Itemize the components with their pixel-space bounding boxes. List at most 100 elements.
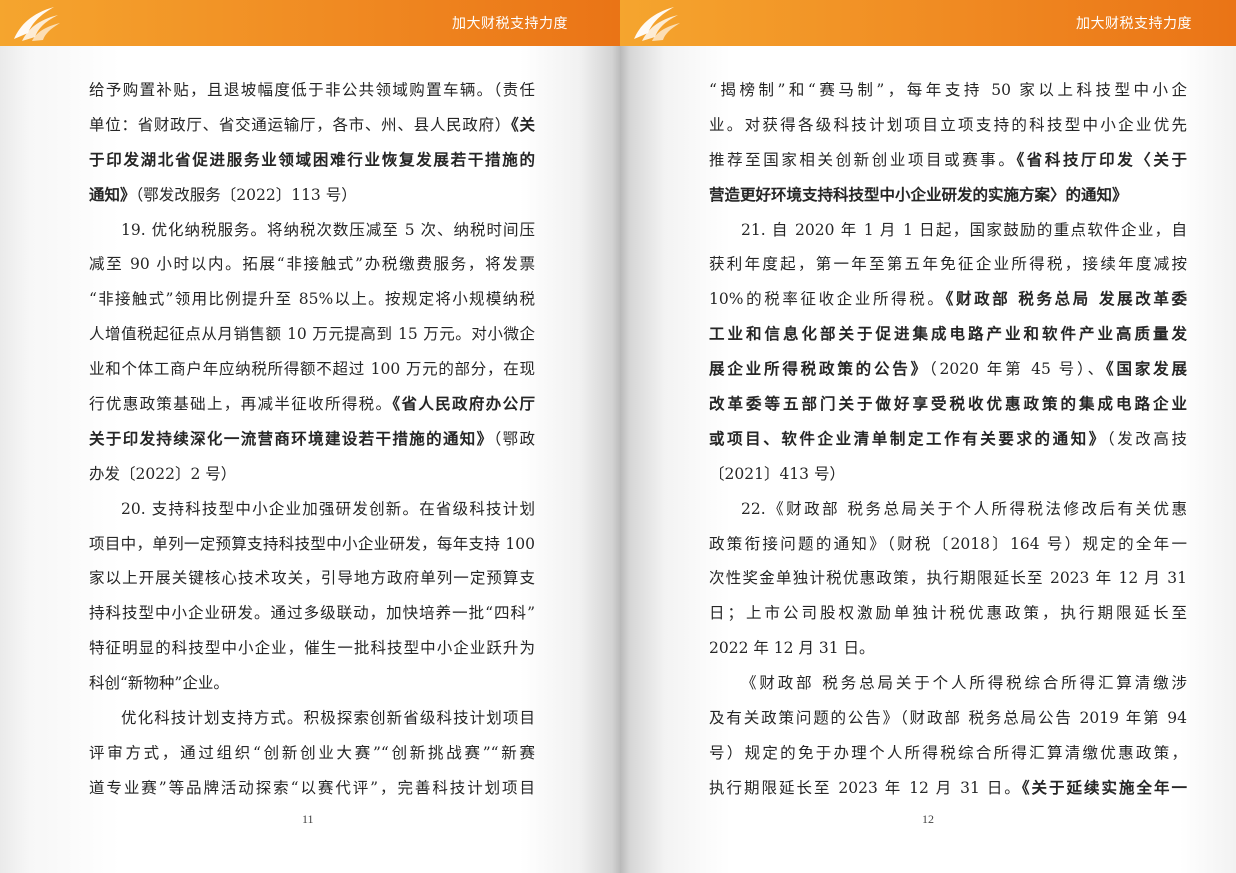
header-title: 加大财税支持力度 xyxy=(452,16,568,32)
bold-text-segment: 改革委等五部门关于做好享受税收优惠政策的集成电路企业 xyxy=(709,394,1187,414)
text-segment: 给予购置补贴，且退坡幅度低于非公共领域购置车辆。（责任 xyxy=(89,81,535,99)
bold-text-segment: 《省人民政府办公厅 xyxy=(392,394,535,414)
text-line: 减至 90 小时以内。拓展“非接触式”办税缴费服务，将发票 xyxy=(89,247,535,282)
header-title: 加大财税支持力度 xyxy=(1076,16,1192,32)
text-line: 展企业所得税政策的公告》（2020 年第 45 号）、《国家发展 xyxy=(709,352,1187,387)
text-line: 19. 优化纳税服务。将纳税次数压减至 5 次、纳税时间压 xyxy=(89,213,535,248)
text-line: 持科技型中小企业研发。通过多级联动，加快培养一批“四科” xyxy=(89,596,535,631)
text-segment: 办发〔2022〕2 号） xyxy=(89,464,237,483)
text-segment: 推荐至国家相关创新创业项目或赛事。 xyxy=(709,150,1017,169)
bold-text-segment: 或项目、软件企业清单制定工作有关要求的通知》 xyxy=(709,428,1107,448)
text-line: 行优惠政策基础上，再减半征收所得税。《省人民政府办公厅 xyxy=(89,387,535,422)
bold-text-segment: 关于印发持续深化一流营商环境建设若干措施的通知》 xyxy=(89,428,494,448)
text-line: 科创“新物种”企业。 xyxy=(89,666,535,701)
text-segment: 2022 年 12 月 31 日。 xyxy=(709,639,875,658)
bold-text-segment: 工业和信息化部关于促进集成电路产业和软件产业高质量发 xyxy=(709,324,1187,344)
text-segment: 政策衔接问题的通知》（财税〔2018〕164 号）规定的全年一 xyxy=(709,534,1187,553)
text-line: 21. 自 2020 年 1 月 1 日起，国家鼓励的重点软件企业，自 xyxy=(709,213,1187,248)
text-line: 于印发湖北省促进服务业领域困难行业恢复发展若干措施的 xyxy=(89,143,535,178)
text-line: 《财政部 税务总局关于个人所得税综合所得汇算清缴涉 xyxy=(709,666,1187,701)
text-line: 次性奖金单独计税优惠政策，执行期限延长至 2023 年 12 月 31 xyxy=(709,561,1187,596)
text-segment: 评审方式，通过组织“创新创业大赛”“创新挑战赛”“新赛 xyxy=(89,743,535,762)
text-line: 号）规定的免于办理个人所得税综合所得汇算清缴优惠政策， xyxy=(709,736,1187,771)
text-segment: 19. 优化纳税服务。将纳税次数压减至 5 次、纳税时间压 xyxy=(121,220,535,239)
text-line: 项目中，单列一定预算支持科技型中小企业研发，每年支持 100 xyxy=(89,527,535,562)
text-segment: 家以上开展关键核心技术攻关，引导地方政府单列一定预算支 xyxy=(89,569,535,588)
text-line: 关于印发持续深化一流营商环境建设若干措施的通知》（鄂政 xyxy=(89,422,535,457)
text-line: 〔2021〕413 号） xyxy=(709,457,1187,492)
text-segment: 减至 90 小时以内。拓展“非接触式”办税缴费服务，将发票 xyxy=(89,255,535,274)
text-line: 业和个体工商户年应纳税所得额不超过 100 万元的部分，在现 xyxy=(89,352,535,387)
text-line: 及有关政策问题的公告》（财政部 税务总局公告 2019 年第 94 xyxy=(709,701,1187,736)
page-number: 12 xyxy=(922,812,934,826)
text-segment: 《财政部 税务总局关于个人所得税综合所得汇算清缴涉 xyxy=(741,674,1187,693)
left-page-text: 给予购置补贴，且退坡幅度低于非公共领域购置车辆。（责任 单位：省财政厅、省交通运输… xyxy=(89,73,535,806)
text-segment: （鄂发改服务〔2022〕113 号） xyxy=(135,185,357,204)
text-segment: “非接触式”领用比例提升至 85%以上。按规定将小规模纳税 xyxy=(89,290,535,309)
text-line: 执行期限延长至 2023 年 12 月 31 日。《关于延续实施全年一 xyxy=(709,771,1187,806)
text-segment: 优化科技计划支持方式。积极探索创新省级科技计划项目 xyxy=(121,709,535,728)
bold-text-segment: 于印发湖北省促进服务业领域困难行业恢复发展若干措施的 xyxy=(89,149,535,169)
text-line: 营造更好环境支持科技型中小企业研发的实施方案〉的通知》 xyxy=(709,178,1187,213)
text-line: 通知》（鄂发改服务〔2022〕113 号） xyxy=(89,178,535,213)
text-line: 10%的税率征收企业所得税。《财政部 税务总局 发展改革委 xyxy=(709,282,1187,317)
bold-text-segment: 《省科技厅印发〈关于 xyxy=(1016,149,1187,169)
text-line: 评审方式，通过组织“创新创业大赛”“创新挑战赛”“新赛 xyxy=(89,736,535,771)
text-line: “揭榜制”和“赛马制”，每年支持 50 家以上科技型中小企 xyxy=(709,73,1187,108)
text-segment: “揭榜制”和“赛马制”，每年支持 50 家以上科技型中小企 xyxy=(709,81,1187,99)
text-line: 22.《财政部 税务总局关于个人所得税法修改后有关优惠 xyxy=(709,492,1187,527)
text-line: 工业和信息化部关于促进集成电路产业和软件产业高质量发 xyxy=(709,317,1187,352)
right-page: 加大财税支持力度 “揭榜制”和“赛马制”，每年支持 50 家以上科技型中小企 业。… xyxy=(620,0,1236,873)
text-segment: 22.《财政部 税务总局关于个人所得税法修改后有关优惠 xyxy=(741,499,1187,518)
left-page: 加大财税支持力度 给予购置补贴，且退坡幅度低于非公共领域购置车辆。（责任 单位：省… xyxy=(0,0,620,873)
text-segment: 业。对获得各级科技计划项目立项支持的科技型中小企业优先 xyxy=(709,115,1187,134)
text-segment: 行优惠政策基础上，再减半征收所得税。 xyxy=(89,395,393,414)
text-segment: 10%的税率征收企业所得税。 xyxy=(709,290,946,309)
text-line: 道专业赛”等品牌活动探索“以赛代评”，完善科技计划项目 xyxy=(89,771,535,806)
text-segment: 业和个体工商户年应纳税所得额不超过 100 万元的部分，在现 xyxy=(89,360,535,379)
text-segment: 执行期限延长至 2023 年 12 月 31 日。 xyxy=(709,778,1022,797)
text-line: 优化科技计划支持方式。积极探索创新省级科技计划项目 xyxy=(89,701,535,736)
text-segment: （鄂政 xyxy=(493,429,535,448)
bold-text-segment: 《关 xyxy=(511,114,535,134)
text-segment: 人增值税起征点从月销售额 10 万元提高到 15 万元。对小微企 xyxy=(89,325,535,344)
bold-text-segment: 《财政部 税务总局 发展改革委 xyxy=(945,289,1187,309)
page-number: 11 xyxy=(302,812,314,826)
text-segment: 次性奖金单独计税优惠政策，执行期限延长至 2023 年 12 月 31 xyxy=(709,569,1187,588)
bold-text-segment: 《国家发展 xyxy=(1105,359,1187,379)
text-segment: 及有关政策问题的公告》（财政部 税务总局公告 2019 年第 94 xyxy=(709,709,1187,728)
text-line: 办发〔2022〕2 号） xyxy=(89,457,535,492)
text-segment: 科创“新物种”企业。 xyxy=(89,674,229,693)
text-line: 人增值税起征点从月销售额 10 万元提高到 15 万元。对小微企 xyxy=(89,317,535,352)
text-segment: 单位：省财政厅、省交通运输厅，各市、州、县人民政府） xyxy=(89,115,511,134)
text-line: 日；上市公司股权激励单独计税优惠政策，执行期限延长至 xyxy=(709,596,1187,631)
text-segment: 获利年度起，第一年至第五年免征企业所得税，接续年度减按 xyxy=(709,255,1187,274)
text-segment: 20. 支持科技型中小企业加强研发创新。在省级科技计划 xyxy=(121,499,535,518)
bold-text-segment: 展企业所得税政策的公告》 xyxy=(709,359,929,379)
text-segment: 日；上市公司股权激励单独计税优惠政策，执行期限延长至 xyxy=(709,604,1187,623)
text-segment: 特征明显的科技型中小企业，催生一批科技型中小企业跃升为 xyxy=(89,639,535,658)
text-line: 特征明显的科技型中小企业，催生一批科技型中小企业跃升为 xyxy=(89,631,535,666)
text-line: 获利年度起，第一年至第五年免征企业所得税，接续年度减按 xyxy=(709,247,1187,282)
text-line: 单位：省财政厅、省交通运输厅，各市、州、县人民政府）《关 xyxy=(89,108,535,143)
text-segment: （2020 年第 45 号）、 xyxy=(928,360,1106,379)
text-segment: 21. 自 2020 年 1 月 1 日起，国家鼓励的重点软件企业，自 xyxy=(741,220,1187,239)
right-page-text: “揭榜制”和“赛马制”，每年支持 50 家以上科技型中小企 业。对获得各级科技计划… xyxy=(709,73,1187,806)
text-segment: 〔2021〕413 号） xyxy=(709,464,845,483)
bold-text-segment: 《关于延续实施全年一 xyxy=(1021,777,1187,797)
text-segment: 道专业赛”等品牌活动探索“以赛代评”，完善科技计划项目 xyxy=(89,778,535,797)
text-line: 给予购置补贴，且退坡幅度低于非公共领域购置车辆。（责任 xyxy=(89,73,535,108)
text-line: 推荐至国家相关创新创业项目或赛事。《省科技厅印发〈关于 xyxy=(709,143,1187,178)
text-segment: 号）规定的免于办理个人所得税综合所得汇算清缴优惠政策， xyxy=(709,743,1187,762)
text-line: 业。对获得各级科技计划项目立项支持的科技型中小企业优先 xyxy=(709,108,1187,143)
text-segment: 持科技型中小企业研发。通过多级联动，加快培养一批“四科” xyxy=(89,604,535,623)
stylized-wing-logo-icon xyxy=(634,7,680,41)
bold-text-segment: 通知》 xyxy=(89,184,136,204)
text-segment: （发改高技 xyxy=(1106,429,1187,448)
stylized-wing-logo-icon xyxy=(14,7,60,41)
text-line: 2022 年 12 月 31 日。 xyxy=(709,631,1187,666)
text-line: 20. 支持科技型中小企业加强研发创新。在省级科技计划 xyxy=(89,492,535,527)
text-line: 或项目、软件企业清单制定工作有关要求的通知》（发改高技 xyxy=(709,422,1187,457)
text-segment: 项目中，单列一定预算支持科技型中小企业研发，每年支持 100 xyxy=(89,534,535,553)
text-line: “非接触式”领用比例提升至 85%以上。按规定将小规模纳税 xyxy=(89,282,535,317)
